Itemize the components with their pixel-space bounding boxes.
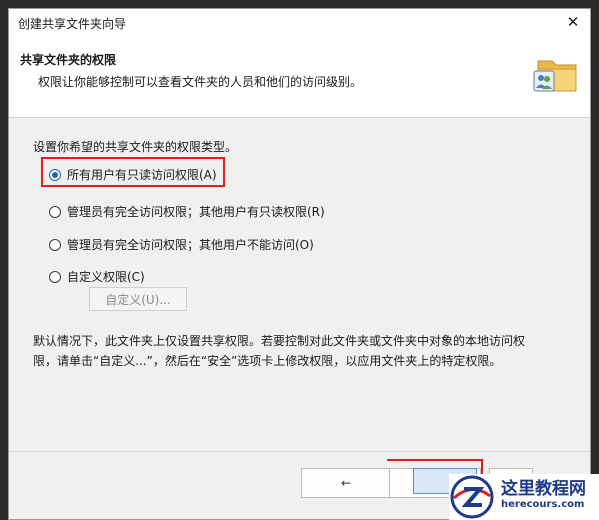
option-all-read-only[interactable]: 所有用户有只读访问权限(A) (49, 166, 217, 183)
radio-button-checked[interactable] (49, 168, 61, 181)
radio-button[interactable] (49, 270, 61, 283)
wizard-window: 创建共享文件夹向导 ✕ 共享文件夹的权限 权限让你能够控制可以查看文件夹的人员和… (8, 8, 591, 520)
customize-button[interactable]: 自定义(U)... (89, 287, 187, 311)
wizard-header: 共享文件夹的权限 权限让你能够控制可以查看文件夹的人员和他们的访问级别。 (9, 35, 590, 118)
arrow-left-icon: ← (340, 476, 352, 490)
option-custom[interactable]: 自定义权限(C) (49, 268, 145, 285)
wizard-body: 设置你希望的共享文件夹的权限类型。 所有用户有只读访问权限(A) 管理员有完全访… (9, 118, 590, 519)
option-admin-full-others-none[interactable]: 管理员有完全访问权限；其他用户不能访问(O) (49, 236, 314, 253)
watermark-title: 这里教程网 (501, 479, 586, 499)
permission-prompt: 设置你希望的共享文件夹的权限类型。 (33, 140, 238, 154)
radio-button[interactable] (49, 205, 61, 218)
page-subtitle: 权限让你能够控制可以查看文件夹的人员和他们的访问级别。 (38, 75, 363, 89)
option-admin-full-others-read[interactable]: 管理员有完全访问权限；其他用户有只读权限(R) (49, 203, 325, 220)
option-label: 管理员有完全访问权限；其他用户有只读权限(R) (67, 205, 325, 219)
option-label: 管理员有完全访问权限；其他用户不能访问(O) (67, 238, 314, 252)
back-button[interactable]: ← (301, 468, 391, 498)
close-icon: ✕ (566, 13, 580, 31)
watermark-url: herecours.com (501, 499, 585, 510)
site-logo-icon (450, 475, 494, 519)
window-title: 创建共享文件夹向导 (18, 17, 127, 31)
footer-divider (9, 451, 590, 452)
radio-button[interactable] (49, 238, 61, 251)
page-title: 共享文件夹的权限 (20, 53, 117, 67)
option-label: 所有用户有只读访问权限(A) (67, 168, 217, 182)
info-note: 默认情况下，此文件夹上仅设置共享权限。若要控制对此文件夹或文件夹中对象的本地访问… (33, 334, 526, 368)
close-button[interactable]: ✕ (556, 9, 590, 35)
option-label: 自定义权限(C) (67, 270, 145, 284)
shared-folder-users-icon (532, 47, 580, 97)
watermark: 这里教程网 herecours.com (449, 474, 599, 520)
title-bar: 创建共享文件夹向导 ✕ (9, 9, 590, 35)
